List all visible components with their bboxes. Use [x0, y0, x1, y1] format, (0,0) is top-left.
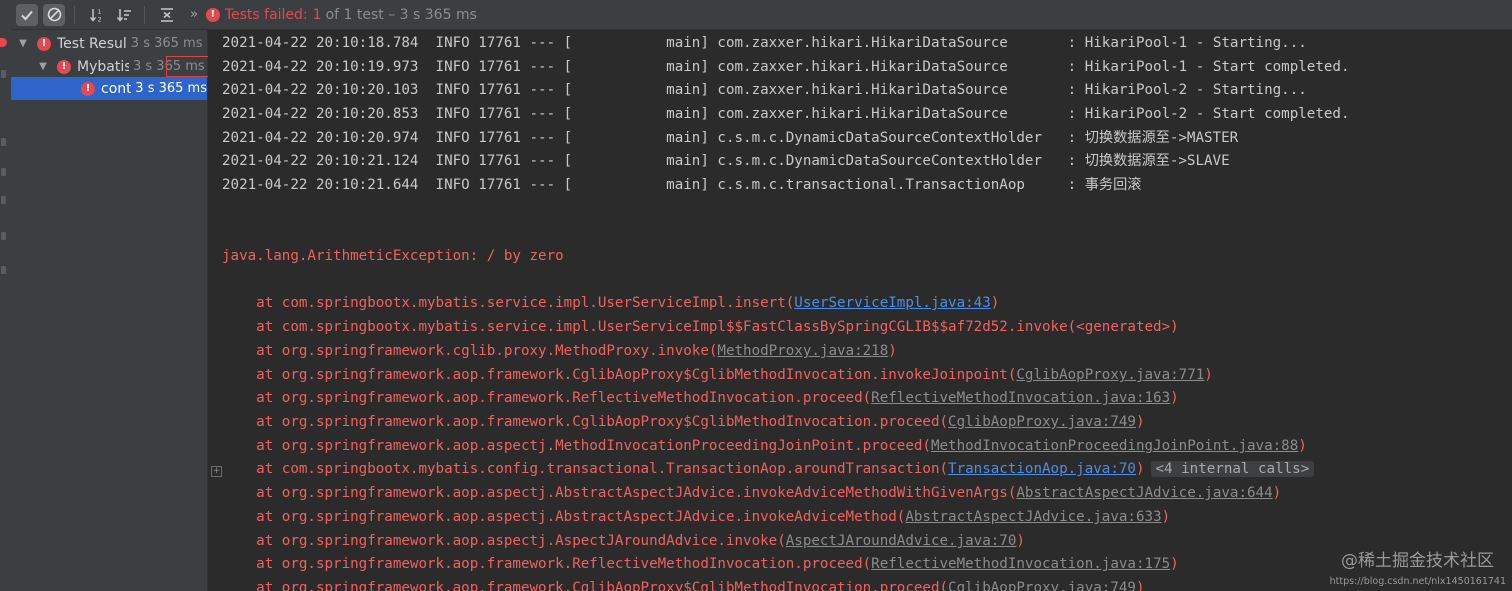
error-icon: ! — [57, 59, 71, 74]
tree-item-test-results[interactable]: ▼ ! Test Resul 3 s 365 ms — [11, 32, 207, 55]
gutter-mark — [1, 196, 6, 204]
test-tree: ▼ ! Test Resul 3 s 365 ms ▼ ! Mybatis 3 … — [11, 30, 208, 591]
log-line: 2021-04-22 20:10:21.644 INFO 17761 --- [… — [222, 177, 1142, 193]
gutter-mark — [1, 266, 6, 274]
test-runner-toolbar: 12 » ! Tests failed: 1 of 1 test – 3 s 3… — [11, 0, 1512, 30]
log-line: 2021-04-22 20:10:20.974 INFO 17761 --- [… — [222, 130, 1239, 146]
tree-item-label: Test Resul — [57, 35, 127, 52]
show-ignored-button[interactable] — [43, 3, 65, 26]
source-link[interactable]: MethodProxy.java:218 — [717, 343, 888, 359]
tree-item-cont[interactable]: ! cont 3 s 365 ms — [11, 77, 207, 100]
stack-trace-line: at org.springframework.aop.framework.Cgl… — [222, 367, 1213, 383]
gutter-mark — [1, 232, 6, 240]
log-line: 2021-04-22 20:10:20.103 INFO 17761 --- [… — [222, 82, 1307, 98]
gutter-error-marker — [0, 38, 7, 47]
source-link[interactable]: AbstractAspectJAdvice.java:633 — [905, 509, 1161, 525]
toolbar-separator — [144, 5, 145, 24]
log-line: 2021-04-22 20:10:20.853 INFO 17761 --- [… — [222, 106, 1350, 122]
tree-item-label: Mybatis — [77, 58, 129, 75]
stack-trace-line: at org.springframework.aop.aspectj.Abstr… — [222, 509, 1171, 525]
collapse-all-button[interactable] — [156, 4, 178, 26]
stop-icon — [47, 7, 61, 22]
error-icon: ! — [37, 36, 51, 51]
stack-trace-line: at org.springframework.aop.framework.Cgl… — [222, 414, 1145, 430]
source-link[interactable]: CglibAopProxy.java:749 — [948, 580, 1136, 591]
svg-text:2: 2 — [98, 15, 102, 23]
error-icon: ! — [81, 81, 95, 96]
stack-trace-line: at org.springframework.aop.framework.Ref… — [222, 390, 1179, 406]
stack-trace-line: at org.springframework.aop.aspectj.Abstr… — [222, 485, 1282, 501]
stack-trace-line: at com.springbootx.mybatis.config.transa… — [222, 458, 1315, 481]
sort-duration-icon — [116, 8, 131, 22]
check-icon — [21, 10, 33, 20]
exception-message: java.lang.ArithmeticException: / by zero — [222, 248, 564, 264]
watermark-url: https://blog.csdn.net/nlx1450161741 — [1329, 576, 1506, 587]
log-line: 2021-04-22 20:10:18.784 INFO 17761 --- [… — [222, 35, 1307, 51]
source-link[interactable]: ReflectiveMethodInvocation.java:175 — [871, 556, 1170, 572]
source-link[interactable]: AbstractAspectJAdvice.java:644 — [1016, 485, 1272, 501]
console-output[interactable]: 2021-04-22 20:10:18.784 INFO 17761 --- [… — [208, 30, 1512, 591]
log-line: 2021-04-22 20:10:19.973 INFO 17761 --- [… — [222, 59, 1350, 75]
expand-frames-icon[interactable]: + — [211, 466, 222, 477]
collapse-all-icon — [161, 7, 173, 22]
status-label: Tests failed: — [224, 6, 308, 23]
stack-trace-line: at com.springbootx.mybatis.service.impl.… — [222, 295, 1000, 311]
internal-calls-fold[interactable]: <4 internal calls> — [1150, 461, 1315, 477]
source-link[interactable]: CglibAopProxy.java:771 — [1016, 367, 1204, 383]
stack-trace-line: at org.springframework.aop.aspectj.Aspec… — [222, 533, 1025, 549]
sort-by-duration-button[interactable] — [113, 4, 135, 26]
source-link[interactable]: CglibAopProxy.java:749 — [948, 414, 1136, 430]
source-link[interactable]: AspectJAroundAdvice.java:70 — [786, 533, 1017, 549]
source-link[interactable]: ReflectiveMethodInvocation.java:163 — [871, 390, 1170, 406]
sort-alphabetically-button[interactable]: 12 — [86, 4, 108, 26]
tree-item-duration: 3 s 365 ms — [130, 36, 203, 51]
chevron-down-icon[interactable]: ▼ — [17, 38, 29, 49]
test-status: ! Tests failed: 1 of 1 test – 3 s 365 ms — [205, 6, 477, 23]
gutter-mark — [1, 168, 6, 176]
source-link[interactable]: TransactionAop.java:70 — [948, 461, 1136, 477]
source-link[interactable]: MethodInvocationProceedingJoinPoint.java… — [931, 438, 1298, 454]
more-actions-chevron[interactable]: » — [190, 7, 198, 22]
tree-item-duration: 3 s 365 ms — [135, 81, 207, 96]
stack-trace-line: at com.springbootx.mybatis.service.impl.… — [222, 319, 1179, 335]
chevron-down-icon[interactable]: ▼ — [37, 61, 49, 72]
stack-trace-line: at org.springframework.cglib.proxy.Metho… — [222, 343, 897, 359]
sort-alpha-icon: 12 — [89, 8, 102, 23]
toolbar-separator — [74, 5, 75, 24]
tree-item-label: cont — [101, 80, 132, 97]
status-summary: of 1 test – 3 s 365 ms — [325, 6, 477, 23]
log-line: 2021-04-22 20:10:21.124 INFO 17761 --- [… — [222, 153, 1230, 169]
gutter-mark — [1, 138, 6, 146]
stack-trace-line: at org.springframework.aop.aspectj.Metho… — [222, 438, 1307, 454]
status-failed-count: 1 — [312, 6, 322, 23]
watermark-brand: @稀土掘金技术社区 — [1341, 551, 1494, 571]
show-passed-button[interactable] — [16, 3, 38, 26]
source-link[interactable]: UserServiceImpl.java:43 — [794, 295, 990, 311]
stack-trace-line: at org.springframework.aop.framework.Ref… — [222, 556, 1179, 572]
gutter-mark — [1, 70, 6, 78]
error-icon: ! — [205, 7, 220, 22]
stack-trace-line: at org.springframework.aop.framework.Cgl… — [222, 577, 1144, 591]
